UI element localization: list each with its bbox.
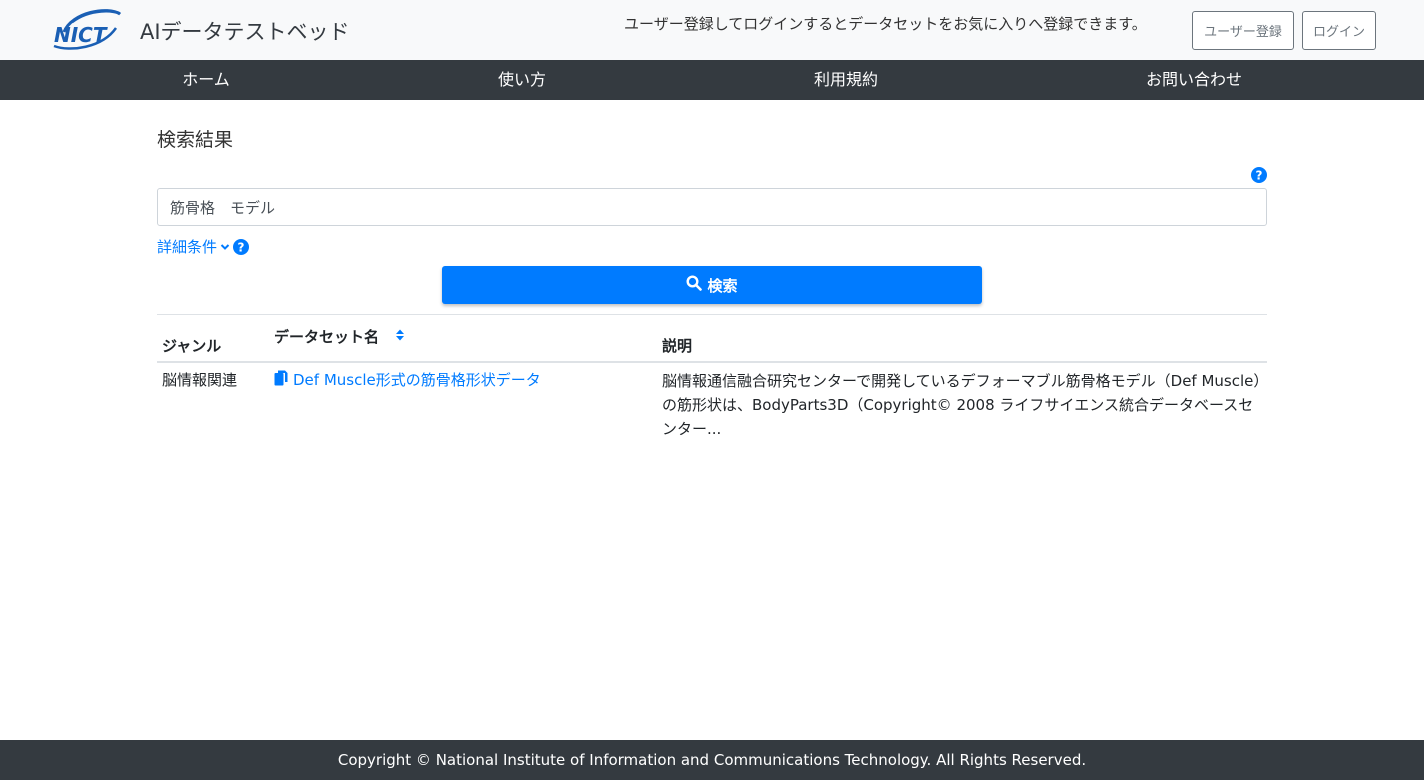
search-icon <box>686 275 703 295</box>
sort-icon[interactable] <box>395 328 405 346</box>
question-circle-icon[interactable]: ? <box>233 238 250 255</box>
logo-text: NICT <box>54 23 108 47</box>
search-input[interactable] <box>157 188 1267 226</box>
top-header: NICT AIデータテストベッド ユーザー登録してログインするとデータセットをお… <box>0 0 1424 60</box>
footer: Copyright © National Institute of Inform… <box>0 740 1424 780</box>
svg-text:?: ? <box>1256 169 1263 183</box>
footer-copyright: Copyright © National Institute of Inform… <box>337 751 1087 769</box>
detail-conditions-label: 詳細条件 <box>157 238 218 256</box>
dataset-link-label: Def Muscle形式の筋骨格形状データ <box>293 371 541 389</box>
detail-conditions-toggle[interactable]: 詳細条件 ? <box>157 236 250 257</box>
table-divider <box>157 314 1267 315</box>
page-title: 検索結果 <box>157 129 234 151</box>
register-button[interactable]: ユーザー登録 <box>1192 11 1294 50</box>
column-header-description: 説明 <box>662 337 693 355</box>
nav-item-terms[interactable]: 利用規約 <box>814 60 878 100</box>
row-description: 脳情報通信融合研究センターで開発しているデフォーマブル筋骨格モデル（Def Mu… <box>662 372 1261 438</box>
svg-text:?: ? <box>238 240 245 254</box>
login-message: ユーザー登録してログインするとデータセットをお気に入りへ登録できます。 <box>624 15 1147 33</box>
column-header-dataset-name-label: データセット名 <box>274 328 380 346</box>
dataset-link[interactable]: Def Muscle形式の筋骨格形状データ <box>274 369 541 390</box>
table-header-divider <box>157 361 1267 363</box>
row-genre: 脳情報関連 <box>162 371 238 389</box>
chevron-down-icon <box>220 242 230 252</box>
question-circle-icon[interactable]: ? <box>1251 167 1267 183</box>
nav-item-usage[interactable]: 使い方 <box>498 60 546 100</box>
nav-item-home[interactable]: ホーム <box>182 60 230 100</box>
login-button[interactable]: ログイン <box>1302 11 1376 50</box>
search-button-label: 検索 <box>707 276 738 295</box>
search-button[interactable]: 検索 <box>442 266 982 304</box>
column-header-genre: ジャンル <box>162 337 222 355</box>
file-copy-icon <box>274 370 288 390</box>
column-header-dataset-name[interactable]: データセット名 <box>274 326 405 347</box>
nict-logo[interactable]: NICT <box>50 6 124 52</box>
nav-item-contact[interactable]: お問い合わせ <box>1146 60 1242 100</box>
main-nav: ホーム 使い方 利用規約 お問い合わせ <box>0 60 1424 100</box>
app-title[interactable]: AIデータテストベッド <box>140 16 350 46</box>
